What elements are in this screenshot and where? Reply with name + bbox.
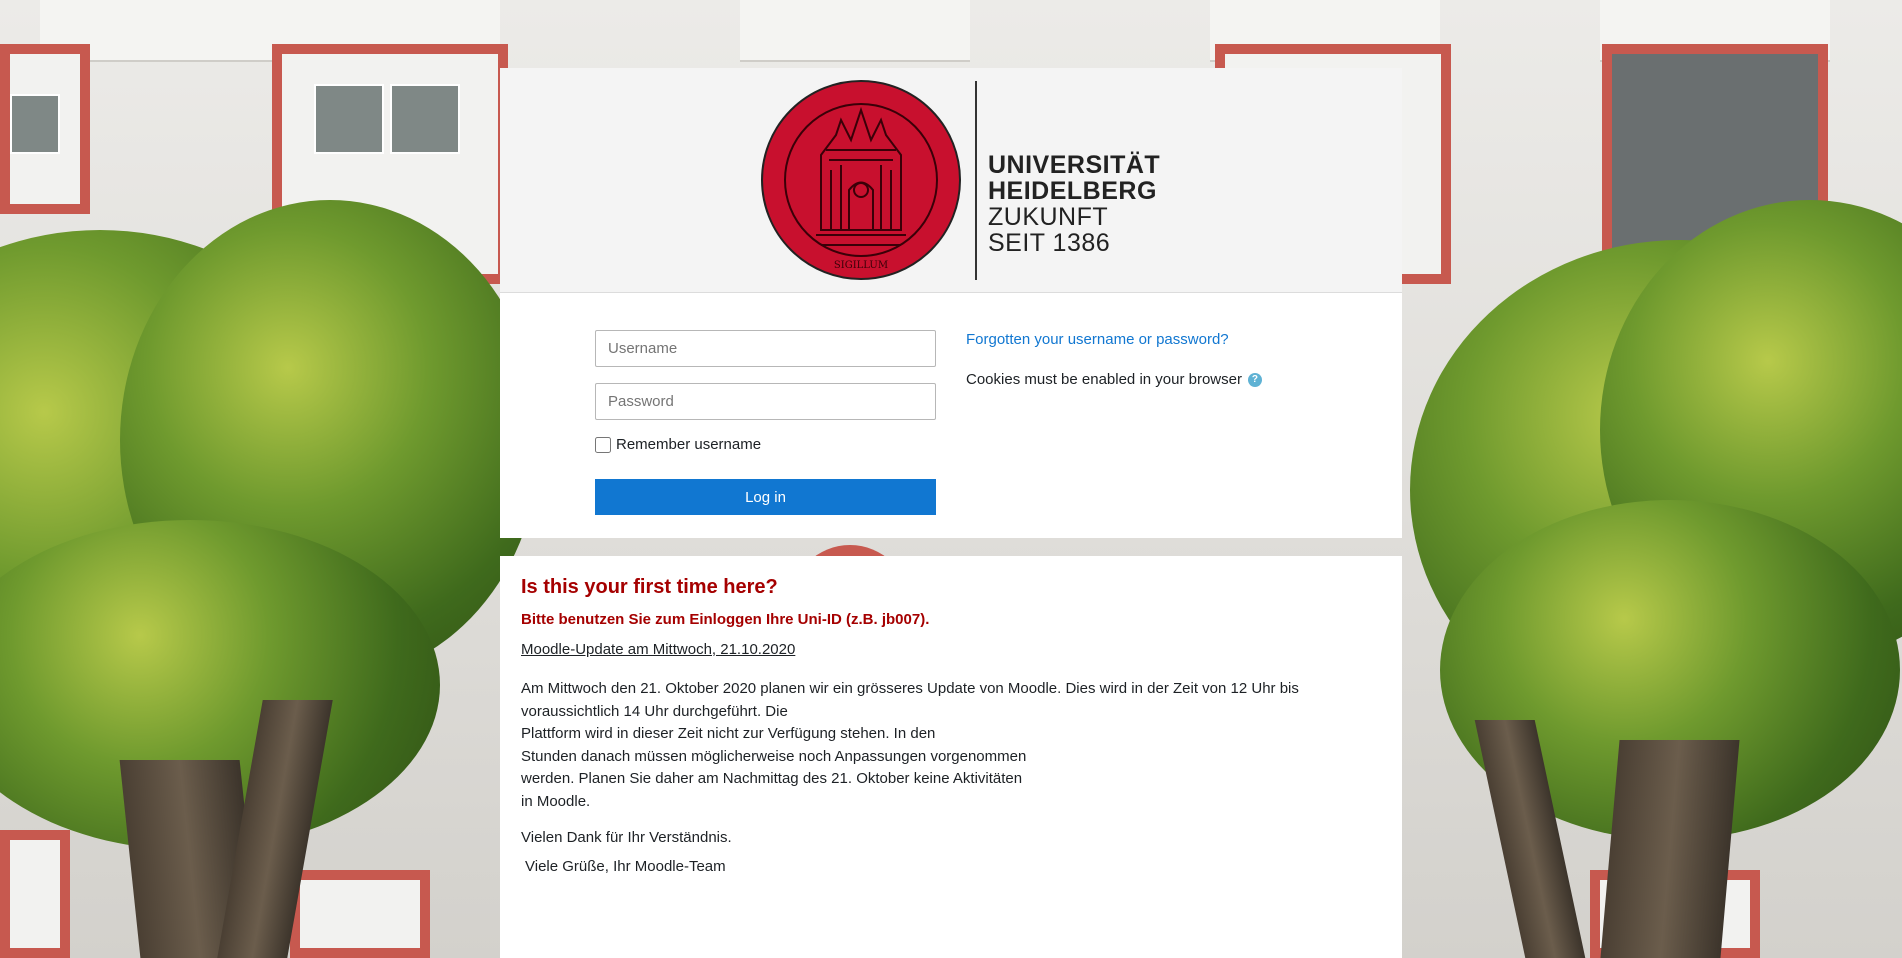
logo-divider (975, 81, 977, 280)
logo-header: SIGILLUM UNIVERSITÄT HEIDELBERG ZUKUNFT … (500, 68, 1402, 293)
update-line: Am Mittwoch den 21. Oktober 2020 planen … (521, 680, 1299, 697)
logo-line-3: ZUKUNFT (988, 203, 1109, 231)
info-card: Is this your first time here? Bitte benu… (500, 556, 1402, 958)
logo-line-1: UNIVERSITÄT (988, 151, 1161, 179)
forgot-password-link[interactable]: Forgotten your username or password? (966, 331, 1229, 348)
svg-text:SIGILLUM: SIGILLUM (834, 260, 888, 271)
regards-text: Viele Grüße, Ihr Moodle-Team (525, 858, 726, 875)
thanks-text: Vielen Dank für Ihr Verständnis. (521, 829, 732, 846)
remember-username-checkbox[interactable] (595, 436, 611, 453)
cookies-text: Cookies must be enabled in your browser (966, 371, 1242, 388)
university-seal-icon: SIGILLUM (761, 80, 961, 280)
update-message: Am Mittwoch den 21. Oktober 2020 planen … (521, 678, 1381, 813)
logo-line-4: SEIT 1386 (988, 229, 1111, 257)
update-line: Plattform wird in dieser Zeit nicht zur … (521, 725, 936, 742)
university-wordmark: UNIVERSITÄT HEIDELBERG ZUKUNFT SEIT 1386 (988, 152, 1160, 256)
login-card: SIGILLUM UNIVERSITÄT HEIDELBERG ZUKUNFT … (500, 68, 1402, 538)
password-input[interactable] (595, 383, 936, 420)
first-time-heading: Is this your first time here? (521, 576, 778, 598)
update-title: Moodle-Update am Mittwoch, 21.10.2020 (521, 641, 796, 658)
username-input[interactable] (595, 330, 936, 367)
login-button[interactable]: Log in (595, 479, 936, 515)
login-form: Remember username Log in (595, 330, 936, 515)
remember-username-label: Remember username (616, 436, 762, 453)
remember-username[interactable]: Remember username (595, 436, 936, 453)
update-line: Stunden danach müssen möglicherweise noc… (521, 747, 1027, 765)
help-icon[interactable]: ? (1247, 372, 1262, 387)
update-line: voraussichtlich 14 Uhr durchgeführt. Die (521, 702, 788, 720)
uni-id-note: Bitte benutzen Sie zum Einloggen Ihre Un… (521, 611, 930, 628)
logo-line-2: HEIDELBERG (988, 177, 1157, 205)
update-line: werden. Planen Sie daher am Nachmittag d… (521, 770, 1023, 787)
login-help: Forgotten your username or password? Coo… (966, 331, 1262, 388)
update-line: in Moodle. (521, 792, 591, 810)
cookies-notice: Cookies must be enabled in your browser … (966, 371, 1262, 388)
